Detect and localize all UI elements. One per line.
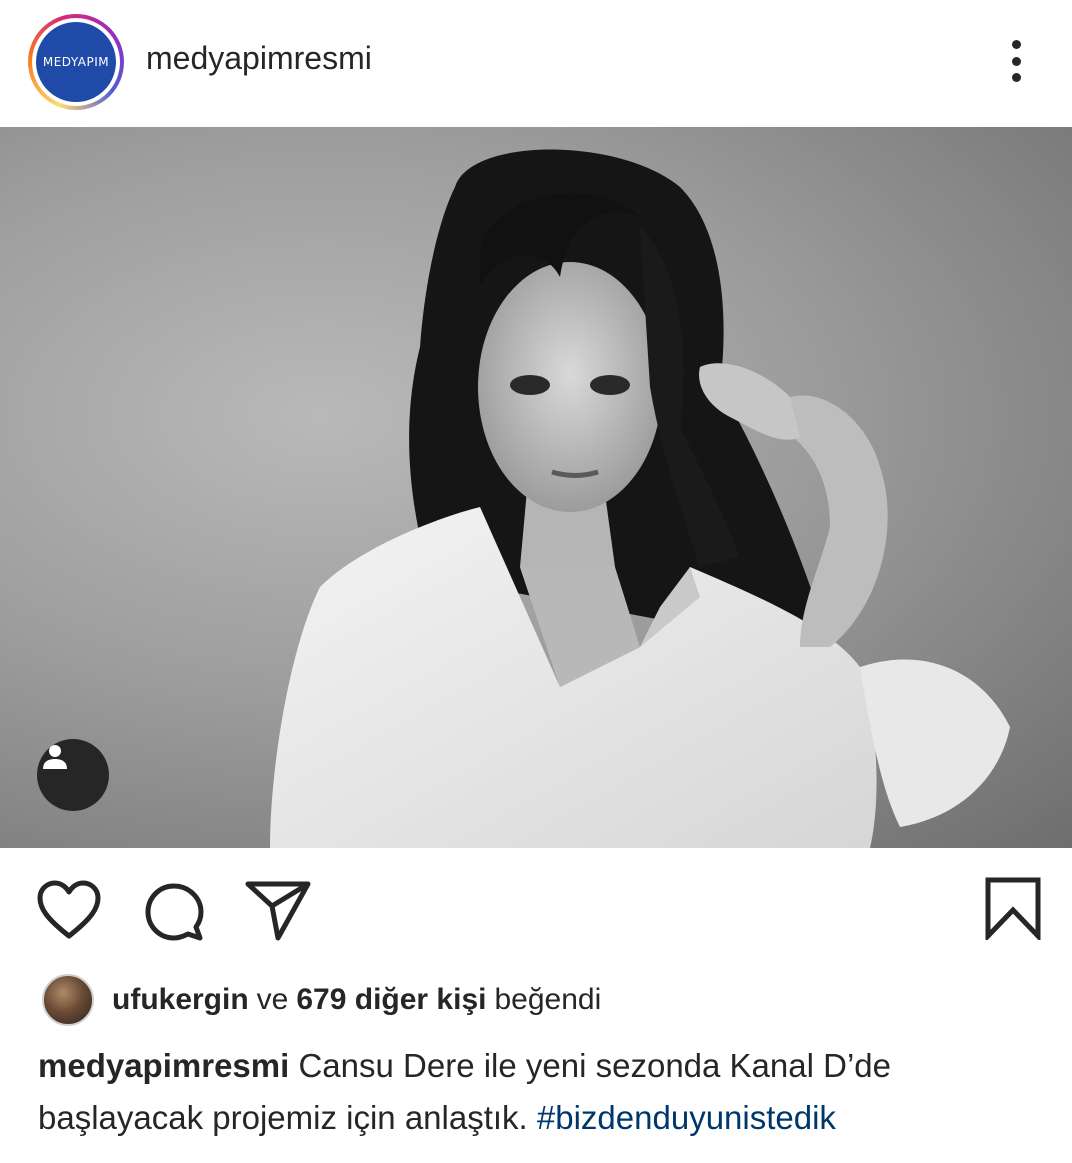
profile-avatar[interactable]: MEDYAPIM	[28, 14, 124, 110]
post-header: MEDYAPIM medyapimresmi	[0, 0, 1072, 127]
user-tag-icon[interactable]	[37, 739, 109, 811]
likes-suffix: beğendi	[494, 983, 602, 1016]
avatar-logo-text: MEDYAPIM	[42, 55, 110, 69]
avatar-border: MEDYAPIM	[32, 18, 120, 106]
comment-icon[interactable]	[144, 882, 208, 947]
user-tag-glyph	[43, 745, 67, 769]
liker-avatar[interactable]	[42, 974, 94, 1026]
likes-summary[interactable]: ufukergin ve 679 diğer kişi beğendi	[42, 972, 601, 1028]
avatar-logo: MEDYAPIM	[36, 22, 116, 102]
likes-connector: ve	[256, 983, 289, 1016]
caption-username[interactable]: medyapimresmi	[38, 1047, 289, 1084]
send-icon[interactable]	[244, 878, 312, 947]
bookmark-icon[interactable]	[984, 876, 1042, 945]
caption-hashtag[interactable]: #bizdenduyunistedik	[537, 1099, 836, 1136]
post-username[interactable]: medyapimresmi	[146, 40, 372, 77]
portrait-illustration	[270, 149, 1010, 848]
post-image[interactable]	[0, 127, 1072, 848]
action-bar	[0, 848, 1072, 968]
liker-username[interactable]: ufukergin	[112, 983, 249, 1017]
more-vertical-icon[interactable]	[996, 36, 1036, 86]
heart-icon[interactable]	[36, 880, 102, 945]
likes-others-count[interactable]: 679 diğer kişi	[296, 983, 486, 1017]
post-caption: medyapimresmi Cansu Dere ile yeni sezond…	[38, 1040, 1048, 1144]
